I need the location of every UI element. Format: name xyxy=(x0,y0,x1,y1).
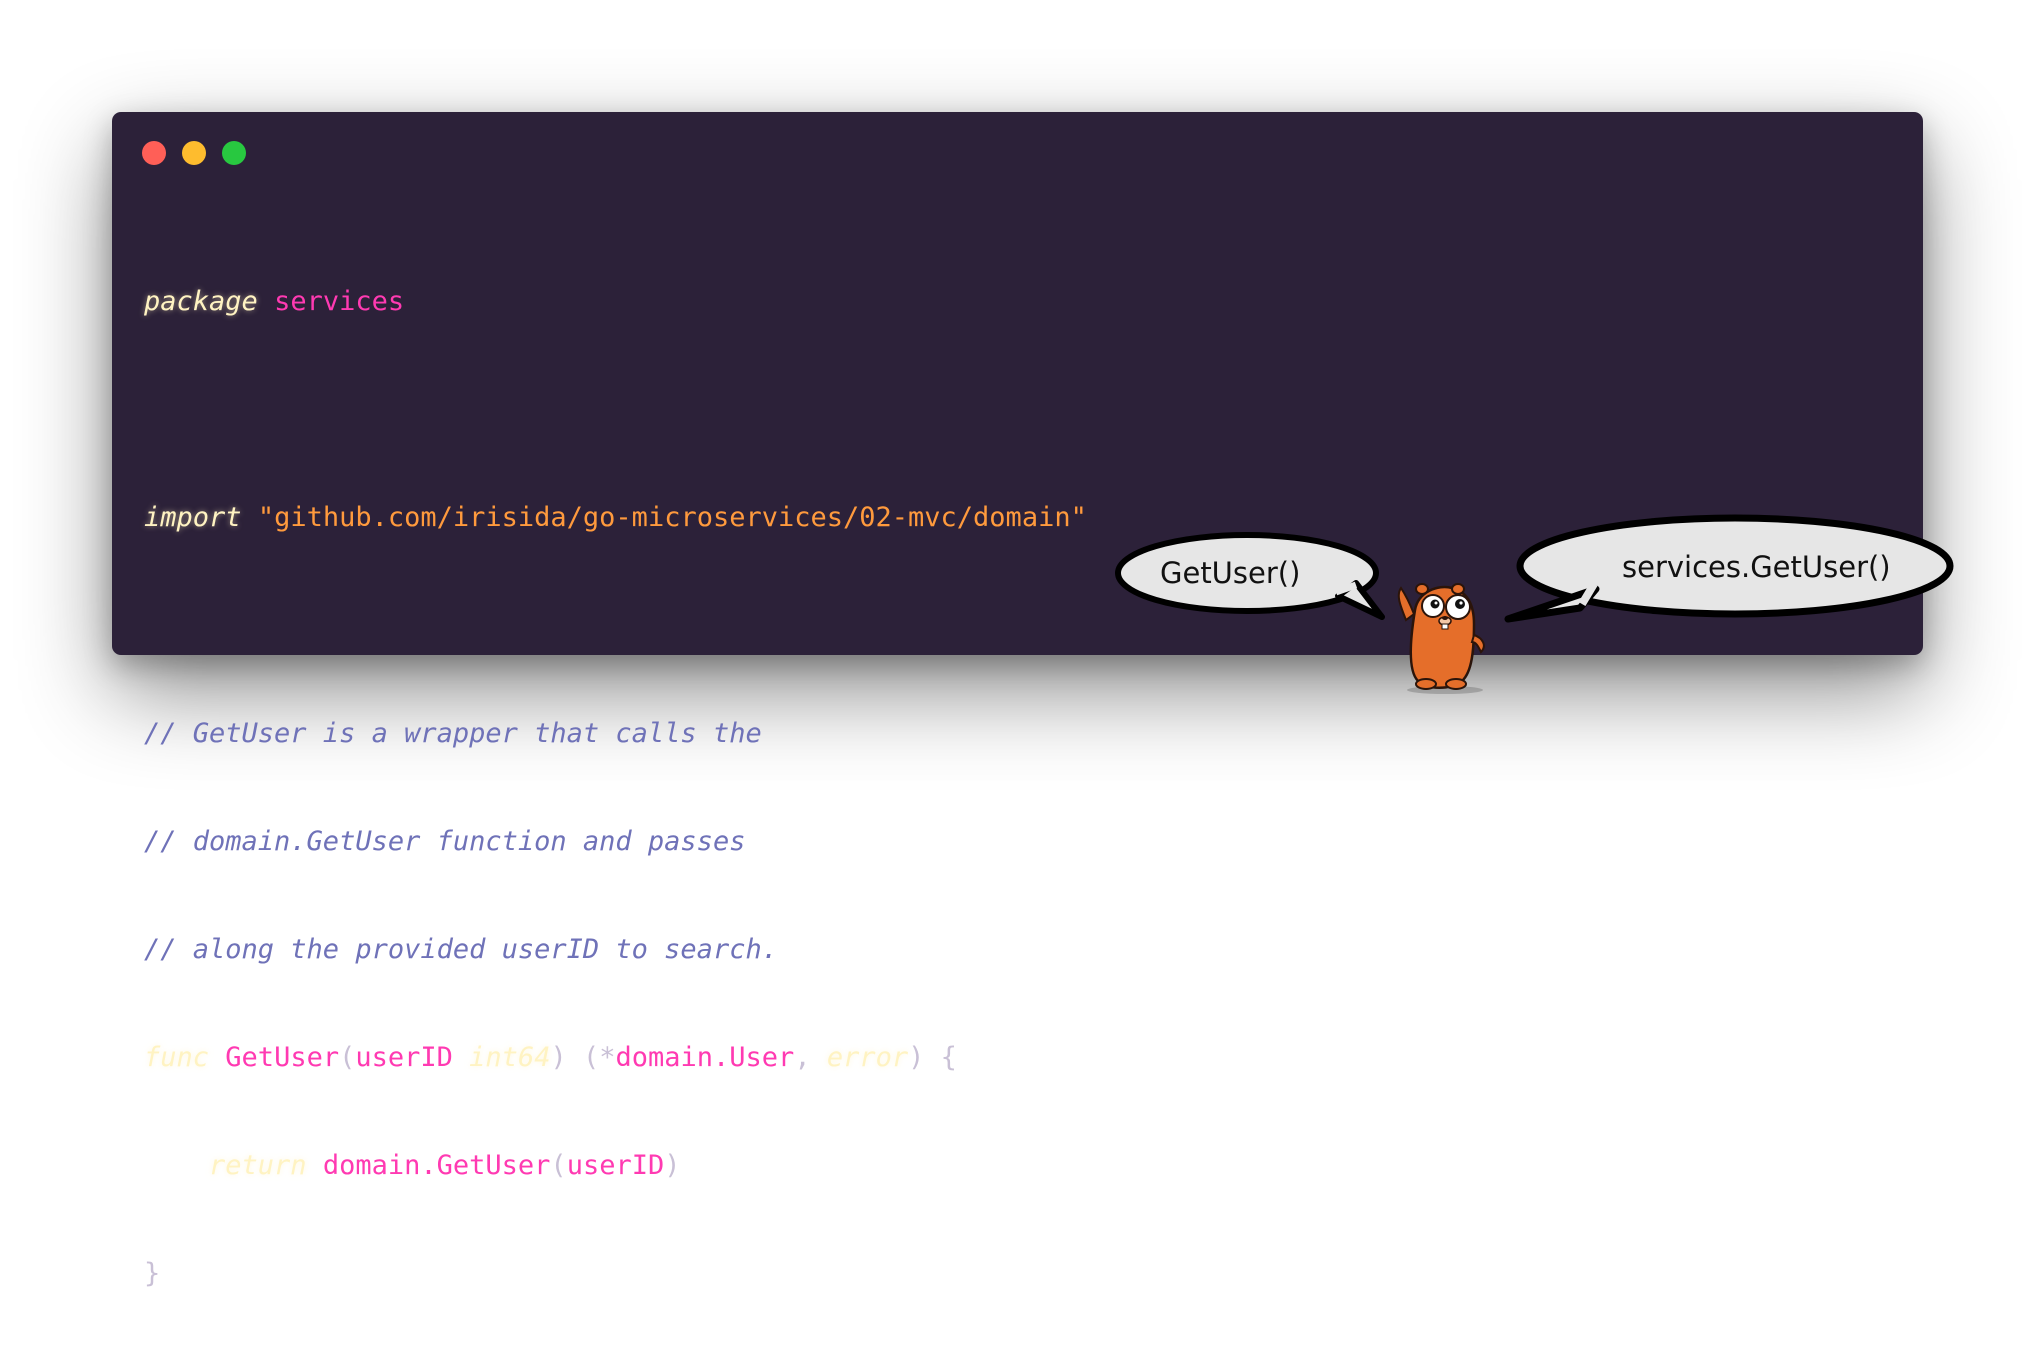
return-type: domain.User xyxy=(615,1042,795,1073)
keyword-func: func xyxy=(144,1042,210,1073)
code-comment: // domain.GetUser function and passes xyxy=(144,826,746,857)
minimize-window-button[interactable] xyxy=(182,141,206,165)
import-path: "github.com/irisida/go-microservices/02-… xyxy=(257,502,1087,533)
paren: ( xyxy=(550,1150,567,1181)
code-line-func: func GetUser(userID int64) (*domain.User… xyxy=(144,1040,1087,1076)
code-line-return: return domain.GetUser(userID) xyxy=(144,1148,1087,1184)
right-bubble-text: services.GetUser() xyxy=(1622,550,1891,584)
code-comment: // along the provided userID to search. xyxy=(144,934,778,965)
code-block: package services import "github.com/iris… xyxy=(144,212,1087,1364)
func-name: GetUser xyxy=(225,1042,340,1073)
return-error-type: error xyxy=(826,1042,909,1073)
zoom-window-button[interactable] xyxy=(222,141,246,165)
code-comment: // GetUser is a wrapper that calls the xyxy=(144,718,762,749)
left-bubble-text: GetUser() xyxy=(1160,556,1301,590)
code-line-import: import "github.com/irisida/go-microservi… xyxy=(144,500,1087,536)
code-line-close: } xyxy=(144,1258,161,1289)
return-open: (* xyxy=(566,1042,616,1073)
paren: ( xyxy=(339,1042,356,1073)
keyword-return: return xyxy=(209,1150,307,1181)
keyword-package: package xyxy=(144,286,258,317)
keyword-import: import xyxy=(144,502,242,533)
paren: ) xyxy=(664,1150,681,1181)
return-arg: userID xyxy=(566,1150,665,1181)
comma: , xyxy=(794,1042,827,1073)
param-name: userID xyxy=(355,1042,453,1073)
return-close: ) { xyxy=(908,1042,957,1073)
gopher-icon xyxy=(1390,580,1500,695)
return-call: domain.GetUser xyxy=(322,1150,551,1181)
package-name: services xyxy=(274,286,405,317)
param-type: int64 xyxy=(469,1042,551,1073)
paren: ) xyxy=(550,1042,567,1073)
code-line-package: package services xyxy=(144,284,1087,320)
close-window-button[interactable] xyxy=(142,141,166,165)
